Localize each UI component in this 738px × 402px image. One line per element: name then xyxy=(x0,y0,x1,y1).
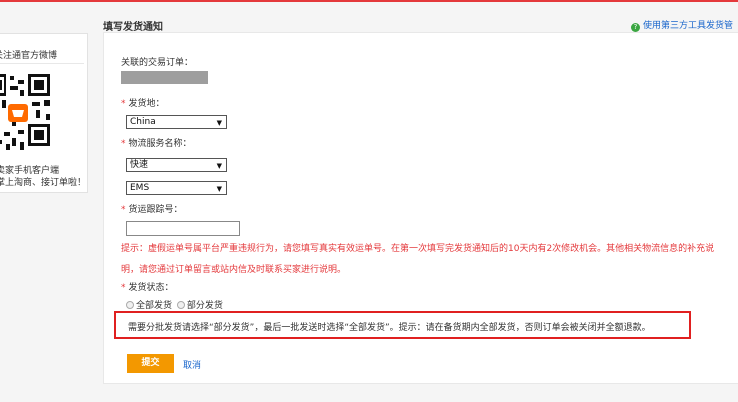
question-icon: ? xyxy=(631,23,640,32)
notice-text: 需要分批发货请选择“部分发货”，最后一批发送时选择“全部发货”。提示：请在备货期… xyxy=(128,323,651,333)
sidebar-divider xyxy=(0,63,84,64)
sidebar-panel: 关注通官方微博 卖家手机客户端 掌上淘商、接订单啦！ xyxy=(0,33,88,193)
ship-from-value: China xyxy=(130,117,156,127)
third-party-tool-link[interactable]: ? 使用第三方工具发货管 xyxy=(631,18,733,32)
ship-from-label-text: 发货地： xyxy=(128,99,165,109)
help-link-label: 使用第三方工具发货管 xyxy=(643,21,734,31)
logistics-type-select[interactable]: 快速 ▼ xyxy=(126,158,227,172)
shipping-form: 关联的交易订单： * 发货地： China ▼ * 物流服务名称： 快速 ▼ EMS ▼ … xyxy=(103,32,738,384)
sidebar-follow-label[interactable]: 关注通官方微博 xyxy=(0,48,57,61)
qr-code-image xyxy=(0,74,54,152)
page-title: 填写发货通知 xyxy=(103,22,163,33)
sidebar-promo-line2: 掌上淘商、接订单啦！ xyxy=(0,178,87,188)
logistics-type-value: 快速 xyxy=(130,160,149,170)
warning-tip-line2: 明，请您通过订单留言或站内信及时联系买家进行说明。 xyxy=(121,265,347,275)
required-mark: * xyxy=(121,99,126,109)
required-mark: * xyxy=(121,205,126,215)
order-label: 关联的交易订单： xyxy=(121,58,194,68)
tracking-number-input[interactable] xyxy=(126,221,240,236)
chevron-down-icon: ▼ xyxy=(216,162,222,170)
partial-shipment-notice: 需要分批发货请选择“部分发货”，最后一批发送时选择“全部发货”。提示：请在备货期… xyxy=(114,311,691,339)
ship-status-options: 全部发货 部分发货 xyxy=(126,298,223,311)
logistics-label: * 物流服务名称： xyxy=(121,136,192,149)
required-mark: * xyxy=(121,283,126,293)
radio-full-shipment[interactable] xyxy=(126,301,134,309)
order-number-redacted xyxy=(121,71,208,84)
radio-partial-shipment[interactable] xyxy=(176,301,185,309)
ship-status-label: * 发货状态： xyxy=(121,280,174,293)
tracking-label-text: 货运跟踪号： xyxy=(128,205,183,215)
radio-full-label[interactable]: 全部发货 xyxy=(136,301,172,311)
carrier-value: EMS xyxy=(130,183,150,193)
chevron-down-icon: ▼ xyxy=(216,185,222,193)
submit-button[interactable]: 提交 xyxy=(127,354,174,373)
required-mark: * xyxy=(121,139,126,149)
top-accent-bar xyxy=(0,0,738,2)
radio-partial-label[interactable]: 部分发货 xyxy=(187,301,223,311)
ship-from-label: * 发货地： xyxy=(121,96,165,109)
chevron-down-icon: ▼ xyxy=(216,119,222,127)
shipping-notice-panel: 填写发货通知 ? 使用第三方工具发货管 关联的交易订单： * 发货地： China ▼… xyxy=(103,7,738,392)
cancel-link[interactable]: 取消 xyxy=(183,358,201,371)
logistics-label-text: 物流服务名称： xyxy=(128,139,192,149)
ship-status-label-text: 发货状态： xyxy=(128,283,174,293)
ship-from-select[interactable]: China ▼ xyxy=(126,115,227,129)
tracking-label: * 货运跟踪号： xyxy=(121,202,183,215)
warning-tip-line1: 提示：虚假运单号属平台严重违规行为，请您填写真实有效运单号。在第一次填写完发货通… xyxy=(121,244,715,254)
carrier-select[interactable]: EMS ▼ xyxy=(126,181,227,195)
